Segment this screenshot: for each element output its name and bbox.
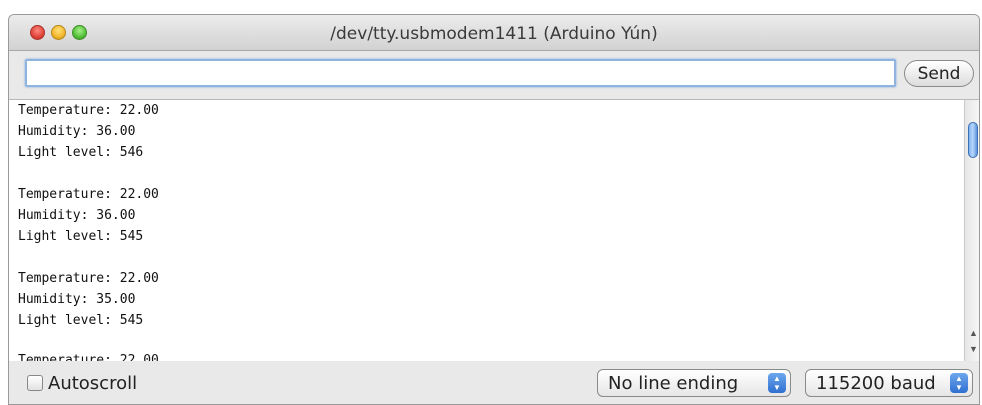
output-line: Light level: 546 [18, 145, 144, 160]
output-line: Light level: 545 [18, 229, 144, 244]
scrollbar-thumb[interactable] [968, 122, 978, 158]
output-line: Light level: 545 [18, 313, 144, 328]
serial-monitor-window: /dev/tty.usbmodem1411 (Arduino Yún) Send… [8, 14, 980, 405]
output-line: Temperature: 22.00 [18, 187, 159, 202]
up-down-stepper-icon: ▲ ▼ [768, 373, 786, 393]
footer-bar: Autoscroll No line ending ▲ ▼ 115200 baud… [9, 361, 979, 404]
window-title: /dev/tty.usbmodem1411 (Arduino Yún) [330, 24, 658, 44]
output-line: Temperature: 22.00 [18, 353, 159, 361]
arrow-up-icon[interactable]: ▲ [969, 328, 978, 338]
autoscroll-label[interactable]: Autoscroll [48, 373, 137, 394]
baud-rate-select[interactable]: 115200 baud ▲ ▼ [805, 369, 973, 397]
serial-input[interactable] [25, 59, 896, 87]
arrow-down-icon[interactable]: ▼ [969, 344, 978, 354]
autoscroll-checkbox[interactable] [27, 375, 43, 391]
line-ending-select[interactable]: No line ending ▲ ▼ [597, 369, 791, 397]
send-row: Send [9, 51, 979, 95]
output-line: Temperature: 22.00 [18, 103, 159, 118]
baud-rate-value: 115200 baud [816, 373, 936, 394]
vertical-scrollbar[interactable]: ▲ ▼ [964, 99, 979, 361]
serial-output[interactable]: Temperature: 22.00 Humidity: 36.00 Light… [9, 99, 964, 361]
output-line: Humidity: 35.00 [18, 292, 136, 307]
output-line: Humidity: 36.00 [18, 124, 136, 139]
output-line: Temperature: 22.00 [18, 271, 159, 286]
send-button[interactable]: Send [904, 60, 974, 87]
up-down-stepper-icon: ▲ ▼ [950, 373, 968, 393]
output-line: Humidity: 36.00 [18, 208, 136, 223]
title-bar[interactable]: /dev/tty.usbmodem1411 (Arduino Yún) [9, 15, 979, 51]
line-ending-value: No line ending [608, 373, 739, 394]
